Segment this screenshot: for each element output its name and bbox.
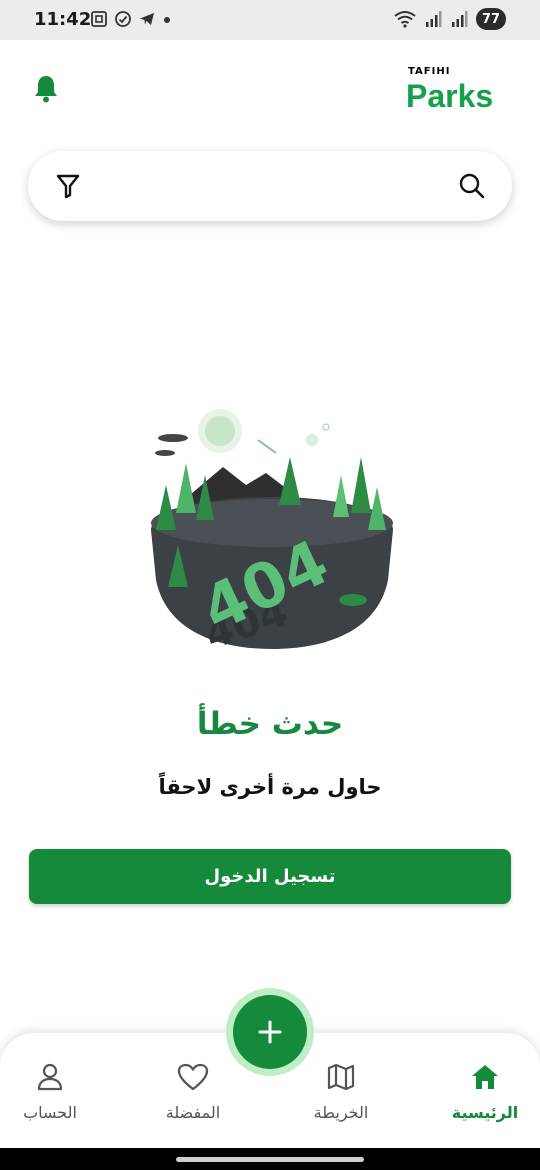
dot-icon xyxy=(164,17,170,23)
person-icon xyxy=(0,1061,105,1093)
nav-label-favorites: المفضلة xyxy=(165,1103,221,1122)
map-icon xyxy=(286,1061,396,1093)
home-icon xyxy=(430,1061,540,1093)
nav-label-map: الخريطة xyxy=(313,1103,369,1122)
bell-icon[interactable] xyxy=(32,74,60,108)
heart-icon xyxy=(138,1061,248,1093)
header: TAFIHI Parks xyxy=(0,40,540,150)
cloud-icon xyxy=(155,450,175,456)
status-time: 11:42 xyxy=(34,9,92,30)
battery-icon: 77 xyxy=(476,8,506,30)
gesture-bar xyxy=(0,1148,540,1170)
error-illustration: 404 404 xyxy=(151,409,393,655)
logo-subtitle: TAFIHI xyxy=(408,66,451,77)
moon-icon xyxy=(198,409,242,453)
nav-item-map[interactable]: الخريطة xyxy=(286,1061,396,1122)
nav-label-account: الحساب xyxy=(23,1103,77,1122)
wifi-icon xyxy=(394,11,416,28)
search-bar[interactable] xyxy=(28,151,512,221)
app-logo: TAFIHI Parks xyxy=(406,66,510,114)
status-icons-right: 77 xyxy=(394,8,506,30)
status-icons-left xyxy=(90,10,172,28)
cloud-icon xyxy=(158,434,188,442)
filter-icon[interactable] xyxy=(56,173,80,203)
planet-icon xyxy=(306,434,318,446)
nav-item-favorites[interactable]: المفضلة xyxy=(138,1061,248,1122)
login-button[interactable]: تسجيل الدخول xyxy=(29,849,511,904)
screenshot-icon xyxy=(91,11,107,27)
search-icon[interactable] xyxy=(458,172,486,204)
telegram-icon xyxy=(140,13,154,25)
status-bar: 11:42 77 xyxy=(0,0,540,40)
nav-label-home: الرئيسية xyxy=(451,1103,519,1122)
signal-icon xyxy=(426,11,442,27)
add-fab-button[interactable] xyxy=(233,995,307,1069)
signal-icon xyxy=(452,11,468,27)
error-title: حدث خطأ xyxy=(196,706,344,742)
bush-icon xyxy=(339,594,367,606)
star-icon xyxy=(322,423,330,431)
shooting-star-icon xyxy=(257,439,277,454)
nav-item-account[interactable]: الحساب xyxy=(0,1061,105,1122)
gesture-handle[interactable] xyxy=(176,1157,364,1162)
check-circle-icon xyxy=(115,11,131,27)
nav-item-home[interactable]: الرئيسية xyxy=(430,1061,540,1122)
error-subtitle: حاول مرة أخرى لاحقاً xyxy=(158,775,382,799)
logo-title: Parks xyxy=(406,78,494,114)
plus-icon xyxy=(258,1020,282,1044)
